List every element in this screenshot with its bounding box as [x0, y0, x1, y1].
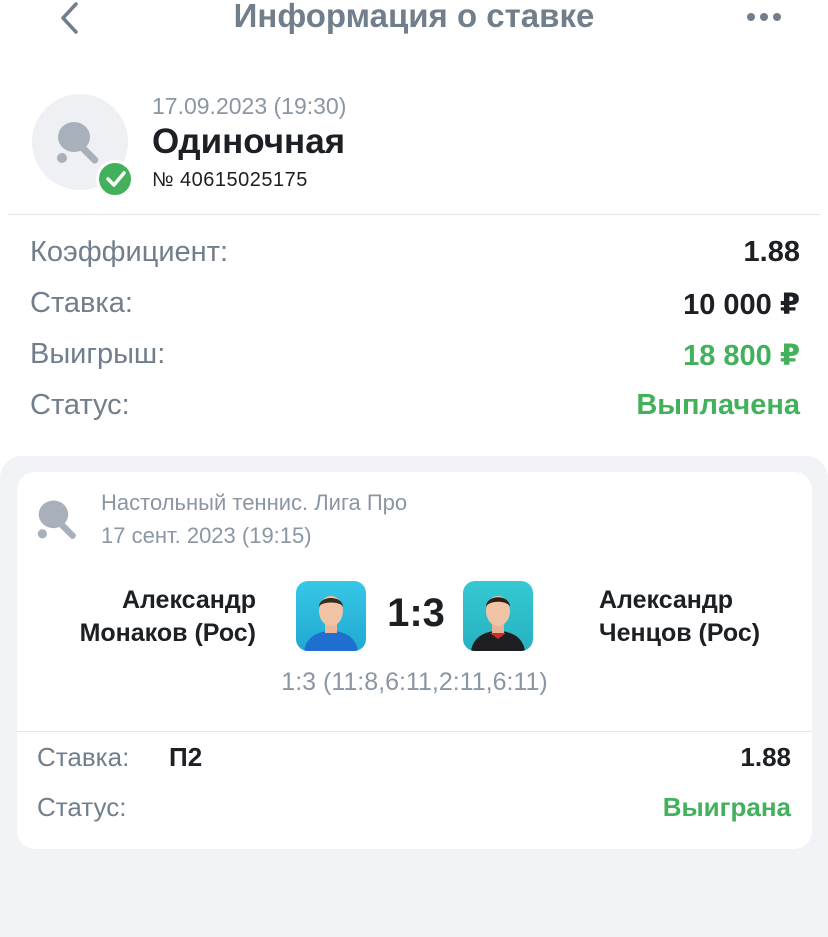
event-status-row: Статус: Выиграна — [17, 792, 812, 832]
bet-number: № 40615025175 — [152, 169, 308, 191]
coefficient-row: Коэффициент: 1.88 — [0, 236, 828, 287]
status-badge — [96, 160, 134, 198]
more-dots-icon — [747, 13, 781, 21]
match-score: 1:3 — [387, 591, 445, 635]
stake-label: Ставка: — [30, 287, 133, 319]
payout-value: 18 800 ₽ — [683, 340, 800, 372]
status-label: Статус: — [30, 389, 130, 421]
table-tennis-icon — [57, 122, 99, 164]
stake-row: Ставка: 10 000 ₽ — [0, 287, 828, 338]
team-home-last-name: Монаков (Рос) — [79, 619, 256, 647]
bet-date: 17.09.2023 (19:30) — [152, 93, 347, 119]
team-away-first-name: Александр — [599, 586, 734, 614]
pick-label: Ставка: — [37, 742, 130, 772]
event-card[interactable]: Настольный теннис. Лига Про 17 сент. 202… — [17, 472, 812, 849]
team-away: Александр Ченцов (Рос) — [599, 584, 760, 650]
event-status-value: Выиграна — [662, 792, 791, 822]
pick-row: Ставка: П2 1.88 — [17, 742, 812, 782]
bet-summary: Коэффициент: 1.88 Ставка: 10 000 ₽ Выигр… — [0, 236, 828, 440]
event-status-label: Статус: — [37, 792, 127, 822]
status-value: Выплачена — [636, 389, 800, 421]
header: Информация о ставке — [0, 0, 828, 44]
table-tennis-icon — [37, 500, 76, 539]
status-row: Статус: Выплачена — [0, 389, 828, 440]
set-scores: 1:3 (11:8,6:11,2:11,6:11) — [281, 668, 548, 696]
league-name: Настольный теннис. Лига Про — [101, 490, 408, 515]
team-away-last-name: Ченцов (Рос) — [599, 619, 761, 647]
pick-value: П2 — [169, 742, 203, 772]
pick-odds: 1.88 — [740, 742, 791, 772]
team-home: Александр Монаков (Рос) — [17, 584, 256, 650]
coefficient-value: 1.88 — [743, 236, 800, 268]
more-button[interactable] — [744, 10, 784, 24]
bet-type: Одиночная — [152, 122, 346, 161]
player-away-avatar — [463, 581, 533, 651]
divider — [17, 731, 812, 732]
bet-info-screen: Информация о ставке 17.09.2023 (19:30) О… — [0, 0, 828, 937]
payout-label: Выигрыш: — [30, 338, 166, 370]
payout-row: Выигрыш: 18 800 ₽ — [0, 338, 828, 389]
page-title: Информация о ставке — [233, 0, 595, 34]
check-icon — [106, 171, 126, 187]
player-home-avatar — [296, 581, 366, 651]
divider — [8, 214, 820, 215]
coefficient-label: Коэффициент: — [30, 236, 229, 268]
bet-header: 17.09.2023 (19:30) Одиночная № 406150251… — [0, 90, 828, 200]
event-date: 17 сент. 2023 (19:15) — [101, 523, 312, 548]
stake-value: 10 000 ₽ — [683, 289, 800, 321]
team-home-first-name: Александр — [121, 586, 256, 614]
